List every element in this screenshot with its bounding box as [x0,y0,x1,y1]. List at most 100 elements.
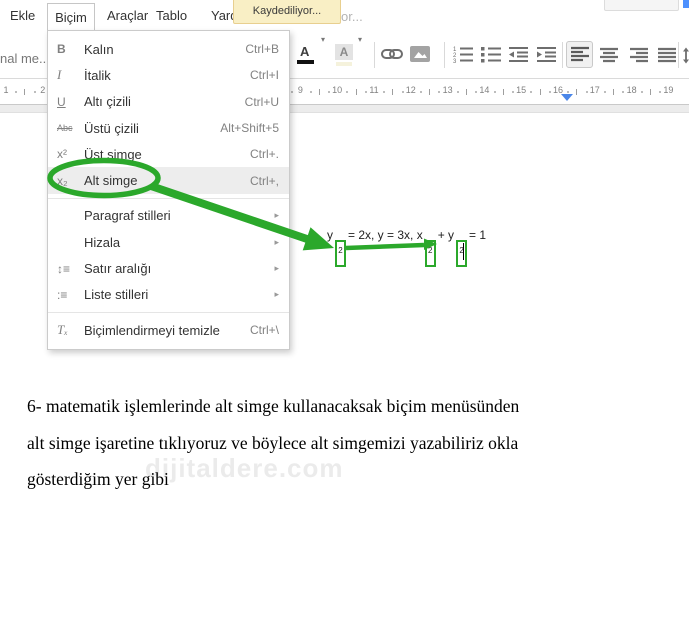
menu-item-ustu-cizili[interactable]: Abc Üstü çizili Alt+Shift+5 [48,115,289,141]
highlight-color-swatch [336,62,352,66]
menu-item-hizala[interactable]: Hizala ▸ [48,229,289,255]
menu-item-shortcut: Ctrl+\ [249,323,279,338]
menu-bicim[interactable]: Biçim [47,3,95,31]
ruler-tick [456,91,459,93]
menu-item-label: Biçimlendirmeyi temizle [84,322,220,338]
ruler-tick [392,89,394,95]
menu-item-label: Kalın [84,41,114,57]
justify-button[interactable] [657,47,677,69]
menu-item-paragraf-stilleri[interactable]: Paragraf stilleri ▸ [48,203,289,229]
align-right-button[interactable] [629,47,649,69]
numbered-list-button[interactable]: 1 2 3 [452,46,476,69]
ruler-tick [493,91,496,93]
ruler-tick [309,91,312,93]
menu-separator [48,311,289,313]
equation-part: y [327,228,333,242]
line-spacing-button[interactable] [682,47,689,69]
menu-ekle[interactable]: Ekle [10,8,35,23]
bulleted-list-button[interactable] [480,46,504,69]
text-color-button[interactable]: A [297,44,315,66]
comments-button-partial[interactable] [604,0,679,11]
strikethrough-icon: Abc [57,123,73,134]
submenu-arrow-icon: ▸ [274,289,279,300]
margin-marker[interactable] [561,94,573,101]
decrease-indent-button[interactable] [508,46,530,69]
ruler-tick [291,91,294,93]
increase-indent-button[interactable] [536,46,558,69]
line-spacing-icon: ↕≡ [57,261,71,276]
body-paragraph: 6- matematik işlemlerinde alt simge kull… [27,388,672,498]
ruler-tick [15,91,18,93]
menu-item-kalin[interactable]: B Kalın Ctrl+B [48,36,289,62]
chevron-down-icon[interactable]: ▾ [358,35,362,44]
align-left-button[interactable] [566,41,593,68]
share-button-partial[interactable] [683,0,689,8]
subscript-icon: x₂ [57,173,68,188]
text-color-icon: A [300,44,310,59]
ruler-tick [604,91,606,93]
menu-item-label: Üstü çizili [84,120,139,136]
list-styles-icon: :≡ [57,287,68,302]
ruler-number: 14 [479,85,490,95]
ruler-tick [576,89,578,95]
menu-item-liste-stilleri[interactable]: :≡ Liste stilleri ▸ [48,282,289,308]
menu-item-bicimlendirmeyi-temizle[interactable]: Tₓ Biçimlendirmeyi temizle Ctrl+\ [48,317,289,343]
ruler-tick [383,91,386,93]
subscript-box-2: 2 [424,240,436,267]
ruler-number: 9 [297,85,303,95]
menu-araclar[interactable]: Araçlar [107,8,148,23]
text-cursor [462,243,465,260]
equation-part: = 2x, y = 3x, x [348,228,423,242]
ruler-tick [622,91,625,93]
subscript-box-1: 2 [335,240,346,267]
menu-item-shortcut: Ctrl+I [249,68,279,83]
ruler-tick [585,91,588,93]
menu-item-shortcut: Ctrl+, [249,173,279,188]
menu-item-satir-araligi[interactable]: ↕≡ Satır aralığı ▸ [48,255,289,281]
justify-icon [658,47,676,63]
image-icon [410,46,430,62]
align-right-icon [630,47,648,63]
bold-icon: B [57,42,66,57]
menu-item-alti-cizili[interactable]: U Altı çizili Ctrl+U [48,89,289,115]
toolbar-separator [678,42,679,68]
ruler-tick [567,91,570,93]
numbered-list-icon: 1 2 3 [453,47,473,65]
insert-image-button[interactable] [410,46,430,68]
paragraph-line: 6- matematik işlemlerinde alt simge kull… [27,396,520,416]
submenu-arrow-icon: ▸ [274,263,279,274]
ruler-tick [364,91,367,93]
ruler-number: 15 [516,85,527,95]
highlight-color-button[interactable]: A [335,44,354,66]
menu-item-label: Hizala [84,234,121,250]
toolbar-separator [444,42,445,68]
align-left-icon [571,46,589,62]
ruler-tick [420,91,422,93]
ruler-tick [438,91,441,93]
ruler-number: 11 [369,85,379,95]
ruler-number: 13 [442,85,453,95]
ruler-tick [328,91,330,93]
menu-item-label: Üst simge [84,146,142,162]
ruler-tick [640,91,643,93]
align-center-button[interactable] [599,47,619,69]
ruler-number: 17 [589,85,600,95]
ruler-tick [502,89,504,95]
menu-tablo[interactable]: Tablo [156,8,187,23]
menu-item-label: Satır aralığı [84,261,152,277]
ruler-number: 10 [332,85,343,95]
chevron-down-icon[interactable]: ▾ [321,35,325,44]
paragraph-line: alt simge işaretine tıklıyoruz ve böylec… [27,432,519,453]
ruler-number: 1 [3,85,9,95]
paragraph-style-dropdown[interactable]: nal me... [0,51,50,66]
insert-link-button[interactable] [381,48,403,66]
menu-item-label: Alt simge [84,173,138,189]
menu-item-shortcut: Alt+Shift+5 [220,121,279,136]
menu-item-ust-simge[interactable]: x² Üst simge Ctrl+. [48,141,289,167]
menu-item-shortcut: Ctrl+B [245,42,279,57]
svg-text:3: 3 [453,59,457,64]
ruler-tick [512,91,514,93]
menu-item-label: İtalik [84,67,111,83]
menu-item-alt-simge[interactable]: x₂ Alt simge Ctrl+, [48,167,289,194]
menu-item-italik[interactable]: I İtalik Ctrl+I [48,62,289,88]
